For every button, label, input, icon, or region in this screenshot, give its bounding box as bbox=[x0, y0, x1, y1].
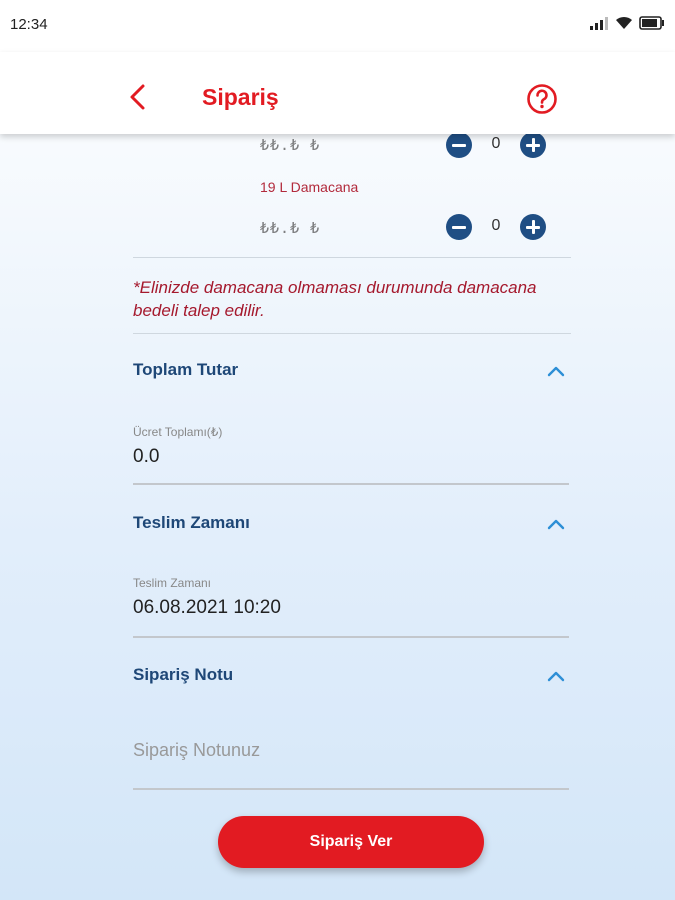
quantity-stepper: 0 bbox=[446, 214, 546, 240]
section-header-note[interactable]: Sipariş Notu bbox=[133, 665, 571, 695]
deposit-warning: *Elinizde damacana olmaması durumunda da… bbox=[133, 278, 537, 320]
quantity-value: 0 bbox=[491, 135, 501, 152]
chevron-up-icon bbox=[547, 366, 565, 377]
product-price: ₺₺.₺ ₺ bbox=[260, 219, 321, 237]
place-order-button[interactable]: Sipariş Ver bbox=[218, 816, 484, 868]
delivery-field-label: Teslim Zamanı bbox=[133, 576, 212, 590]
delivery-time-field[interactable]: 06.08.2021 10:20 bbox=[133, 597, 281, 619]
field-underline bbox=[133, 636, 569, 638]
back-button[interactable] bbox=[124, 82, 152, 112]
quantity-value: 0 bbox=[491, 217, 501, 234]
chevron-left-icon bbox=[130, 84, 145, 110]
decrease-button[interactable] bbox=[446, 214, 472, 240]
help-icon bbox=[527, 84, 557, 114]
increase-button[interactable] bbox=[520, 214, 546, 240]
divider bbox=[133, 333, 571, 334]
field-underline bbox=[133, 788, 569, 790]
order-note-input[interactable] bbox=[133, 730, 569, 770]
divider bbox=[133, 257, 571, 258]
signal-icon bbox=[590, 17, 608, 30]
battery-icon bbox=[639, 16, 664, 30]
decrease-button[interactable] bbox=[446, 134, 472, 158]
section-title: Sipariş Notu bbox=[133, 665, 234, 684]
chevron-up-icon bbox=[547, 519, 565, 530]
chevron-up-icon bbox=[547, 671, 565, 682]
section-title: Toplam Tutar bbox=[133, 360, 239, 379]
status-bar: 12:34 bbox=[0, 0, 675, 52]
section-title: Teslim Zamanı bbox=[133, 513, 250, 532]
total-field-label: Ücret Toplamı(₺) bbox=[133, 425, 223, 439]
order-form: ₺₺.₺ ₺ 0 19 L Damacana ₺₺.₺ ₺ 0 *Elinizd… bbox=[0, 134, 675, 900]
help-button[interactable] bbox=[526, 83, 558, 115]
status-icons bbox=[589, 16, 665, 30]
status-time: 12:34 bbox=[10, 16, 48, 33]
section-header-delivery[interactable]: Teslim Zamanı bbox=[133, 513, 571, 543]
wifi-icon bbox=[616, 16, 632, 29]
page-title: Sipariş bbox=[202, 84, 279, 110]
product-price: ₺₺.₺ ₺ bbox=[260, 136, 321, 154]
app-bar: Sipariş bbox=[0, 52, 675, 134]
total-field-value: 0.0 bbox=[133, 446, 160, 467]
section-header-total[interactable]: Toplam Tutar bbox=[133, 360, 571, 390]
quantity-stepper: 0 bbox=[446, 134, 546, 158]
increase-button[interactable] bbox=[520, 134, 546, 158]
product-name: 19 L Damacana bbox=[260, 179, 359, 195]
field-underline bbox=[133, 483, 569, 485]
